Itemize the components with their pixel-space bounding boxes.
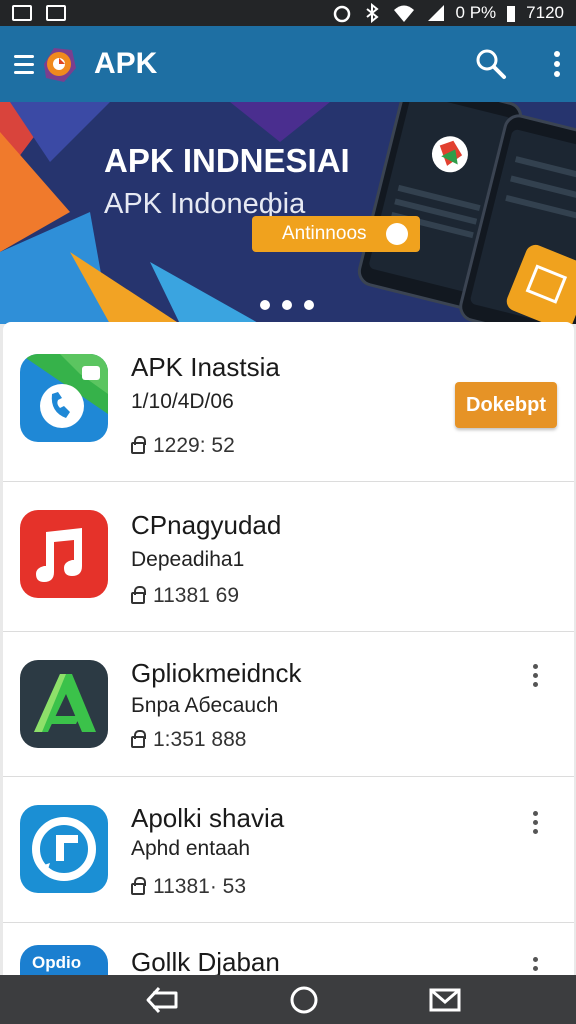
chat-app-icon: [20, 805, 108, 893]
app-logo: [44, 48, 76, 82]
app-title: APK: [94, 47, 158, 80]
wifi-icon: [393, 5, 414, 22]
carousel-dot[interactable]: [282, 300, 292, 310]
checkmark-icon: [386, 223, 408, 245]
list-item[interactable]: Opdio Gollk Djaban: [3, 923, 574, 982]
music-app-icon: [20, 510, 108, 598]
app-name: CPnagyudad: [131, 510, 282, 540]
alarm-icon: [333, 5, 350, 23]
app-notification-icon: [46, 5, 66, 21]
back-icon[interactable]: [145, 985, 179, 1015]
carousel-indicator[interactable]: [260, 300, 314, 310]
clock: 7120: [526, 3, 564, 22]
app-meta-text: 1:351 888: [153, 728, 247, 751]
list-item[interactable]: CPnagyudad Depeadiha1 11381 69: [3, 482, 574, 632]
promo-banner[interactable]: APK INDNESIAI APK Indoneфia Antinnoos: [0, 102, 576, 324]
more-options-icon[interactable]: [533, 664, 538, 687]
app-meta: 1:351 888: [131, 728, 246, 752]
system-nav-bar: [0, 975, 576, 1024]
bluetooth-icon: [365, 3, 379, 23]
app-meta-text: 11381· 53: [153, 875, 247, 898]
banner-cta-button[interactable]: Antinnoos: [252, 216, 420, 252]
phone-app-icon: [20, 354, 108, 442]
app-meta: 11381· 53: [131, 875, 246, 899]
app-icon-text: Opdio: [32, 953, 82, 972]
gallery-notification-icon: [12, 5, 32, 21]
battery-percent: 0 P%: [455, 3, 497, 22]
app-meta: 1229: 52: [131, 434, 235, 458]
app-meta: 11381 69: [131, 584, 239, 608]
app-subtitle: Depeadiha1: [131, 548, 245, 571]
app-meta-text: 1229: 52: [153, 434, 235, 457]
carousel-dot[interactable]: [304, 300, 314, 310]
app-name: Apolki shavia: [131, 803, 285, 833]
lock-icon: [131, 436, 146, 454]
download-button[interactable]: Dokebpt: [455, 382, 557, 428]
banner-title: APK INDNESIAI: [104, 142, 350, 179]
list-item[interactable]: Gpliokmeidnck Бnpa Aбeсauch 1:351 888: [3, 632, 574, 777]
battery-icon: [507, 6, 516, 22]
signal-icon: [427, 5, 444, 21]
banner-cta-label: Antinnoos: [282, 223, 367, 244]
app-name: Gollk Djaban: [131, 947, 280, 977]
app-meta-text: 11381 69: [153, 584, 240, 607]
menu-icon[interactable]: [14, 54, 34, 74]
lock-icon: [131, 730, 146, 748]
mail-icon[interactable]: [429, 987, 461, 1013]
app-subtitle: Бnpa Aбeсauch: [131, 694, 279, 717]
search-icon[interactable]: [474, 47, 508, 81]
app-subtitle: 1/10/4D/06: [131, 390, 234, 413]
app-list: APK Inastsia 1/10/4D/06 1229: 52 Dokebpt…: [3, 322, 574, 982]
overflow-menu-icon[interactable]: [552, 49, 562, 79]
letter-a-app-icon: [20, 660, 108, 748]
app-bar: APK: [0, 26, 576, 102]
app-name: APK Inastsia: [131, 352, 280, 382]
app-name: Gpliokmeidnck: [131, 658, 302, 688]
status-bar: 0 P% 7120: [0, 0, 576, 26]
lock-icon: [131, 586, 146, 604]
list-item[interactable]: APK Inastsia 1/10/4D/06 1229: 52 Dokebpt: [3, 322, 574, 482]
more-options-icon[interactable]: [533, 811, 538, 834]
list-item[interactable]: Apolki shavia Aphd entaah 11381· 53: [3, 777, 574, 923]
home-icon[interactable]: [288, 984, 320, 1016]
app-subtitle: Aphd entaah: [131, 837, 251, 860]
carousel-dot[interactable]: [260, 300, 270, 310]
lock-icon: [131, 877, 146, 895]
